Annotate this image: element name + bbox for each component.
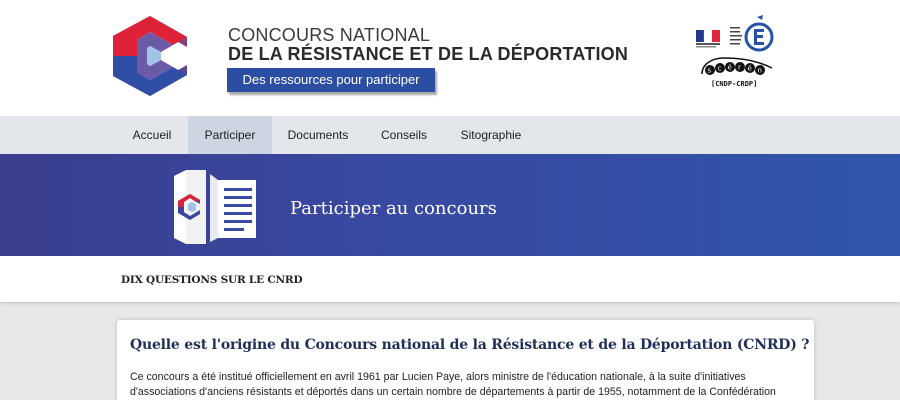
ministere-logo-icon[interactable] bbox=[696, 15, 774, 55]
main-nav: Accueil Participer Documents Conseils Si… bbox=[0, 116, 900, 154]
svg-text:é: é bbox=[728, 64, 732, 72]
article-question-heading: Quelle est l'origine du Concours nationa… bbox=[130, 337, 810, 353]
section-label: DIX QUESTIONS SUR LE CNRD bbox=[121, 274, 303, 286]
sceren-label: [CNDP-CRDP] bbox=[711, 80, 758, 88]
site-header: CONCOURS NATIONAL DE LA RÉSISTANCE ET DE… bbox=[0, 0, 900, 116]
nav-item-sitographie[interactable]: Sitographie bbox=[450, 116, 532, 154]
svg-text:s: s bbox=[708, 67, 712, 75]
section-header-bar: DIX QUESTIONS SUR LE CNRD bbox=[0, 256, 900, 302]
svg-text:r: r bbox=[738, 64, 741, 72]
svg-text:c: c bbox=[718, 65, 722, 73]
page-title: Participer au concours bbox=[290, 198, 497, 219]
svg-text:n: n bbox=[758, 67, 762, 75]
site-title-line2: DE LA RÉSISTANCE ET DE LA DÉPORTATION bbox=[228, 44, 629, 64]
site-title-line1: CONCOURS NATIONAL bbox=[228, 25, 431, 45]
nav-item-documents[interactable]: Documents bbox=[276, 116, 360, 154]
document-pages-icon bbox=[174, 170, 256, 244]
page-banner: Participer au concours bbox=[0, 154, 900, 256]
article-card: Quelle est l'origine du Concours nationa… bbox=[117, 320, 814, 400]
nav-item-conseils[interactable]: Conseils bbox=[368, 116, 440, 154]
nav-item-participer[interactable]: Participer bbox=[188, 116, 272, 154]
nav-item-accueil[interactable]: Accueil bbox=[117, 116, 187, 154]
cnrd-logo-icon[interactable] bbox=[113, 16, 187, 96]
svg-text:é: é bbox=[748, 65, 752, 73]
resources-button[interactable]: Des ressources pour participer bbox=[227, 68, 435, 92]
article-paragraph: Ce concours a été institué officiellemen… bbox=[130, 371, 776, 398]
